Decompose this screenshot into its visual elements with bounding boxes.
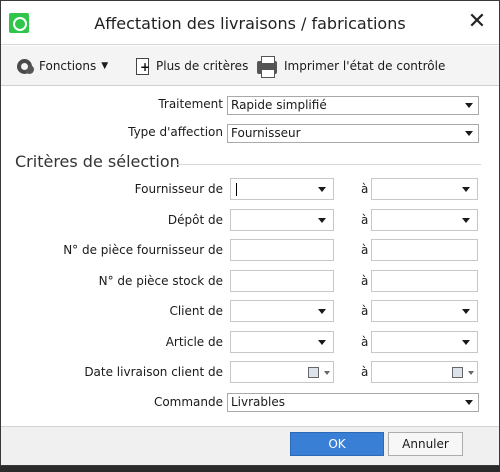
date-livraison-to-picker[interactable] (371, 361, 478, 383)
range-separator: à (361, 365, 369, 379)
title-bar: Affectation des livraisons / fabrication… (1, 1, 499, 45)
article-to-combo[interactable] (371, 331, 478, 353)
article-from-combo[interactable] (230, 331, 334, 353)
range-separator: à (361, 213, 369, 227)
date-livraison-label: Date livraison client de (84, 365, 223, 379)
section-title: Critères de sélection (15, 152, 180, 171)
traitement-label: Traitement (158, 97, 223, 111)
chevron-down-icon (462, 309, 470, 314)
chevron-down-icon (465, 400, 473, 405)
depot-to-combo[interactable] (371, 209, 478, 231)
commande-value: Livrables (231, 395, 285, 409)
gear-icon (17, 58, 34, 74)
toolbar: Fonctions ▼ Plus de critères Imprimer l'… (1, 46, 499, 86)
piece-fournisseur-to-input[interactable] (371, 239, 478, 261)
date-livraison-from-picker[interactable] (230, 361, 334, 383)
piece-fournisseur-label: N° de pièce fournisseur de (63, 243, 223, 257)
calendar-icon[interactable] (452, 367, 463, 378)
commande-select[interactable]: Livrables (227, 393, 479, 412)
chevron-down-icon (462, 218, 470, 223)
chevron-down-icon (468, 371, 474, 375)
type-affection-select[interactable]: Fournisseur (227, 124, 479, 143)
chevron-down-icon (465, 131, 473, 136)
chevron-down-icon (318, 218, 326, 223)
type-affection-label: Type d'affection (128, 125, 223, 139)
range-separator: à (361, 335, 369, 349)
close-button[interactable]: ✕ (465, 10, 489, 34)
fonctions-menu-button[interactable]: Fonctions ▼ (15, 56, 108, 76)
client-label: Client de (169, 304, 223, 318)
range-separator: à (361, 304, 369, 318)
calendar-icon[interactable] (308, 367, 319, 378)
fournisseur-from-combo[interactable] (230, 178, 334, 200)
commande-label: Commande (153, 395, 223, 409)
piece-stock-from-input[interactable] (230, 270, 334, 292)
range-separator: à (361, 274, 369, 288)
plus-criteres-label: Plus de critères (156, 59, 249, 73)
chevron-down-icon (318, 187, 326, 192)
piece-stock-label: N° de pièce stock de (98, 274, 223, 288)
depot-from-combo[interactable] (230, 209, 334, 231)
chevron-down-icon (318, 340, 326, 345)
range-separator: à (361, 243, 369, 257)
chevron-down-icon (462, 340, 470, 345)
traitement-select[interactable]: Rapide simplifié (227, 96, 479, 115)
piece-fournisseur-from-input[interactable] (230, 239, 334, 261)
window-title: Affectation des livraisons / fabrication… (94, 14, 406, 33)
chevron-down-icon (318, 309, 326, 314)
chevron-down-icon (465, 103, 473, 108)
client-to-combo[interactable] (371, 300, 478, 322)
printer-icon (257, 56, 277, 78)
dialog-window: Affectation des livraisons / fabrication… (0, 0, 500, 466)
fonctions-label: Fonctions (39, 59, 97, 73)
type-affection-value: Fournisseur (231, 126, 301, 140)
ok-button[interactable]: OK (290, 432, 384, 456)
piece-stock-to-input[interactable] (371, 270, 478, 292)
chevron-down-icon (462, 187, 470, 192)
text-cursor (236, 183, 237, 196)
plus-criteres-button[interactable]: Plus de critères (136, 56, 248, 76)
traitement-value: Rapide simplifié (231, 98, 327, 112)
client-from-combo[interactable] (230, 300, 334, 322)
depot-label: Dépôt de (167, 213, 223, 227)
dialog-footer: OK Annuler (1, 426, 499, 465)
chevron-down-icon (324, 371, 330, 375)
range-separator: à (361, 182, 369, 196)
cancel-button[interactable]: Annuler (388, 432, 463, 456)
section-divider (177, 164, 481, 165)
chevron-down-icon: ▼ (101, 61, 109, 71)
imprimer-label: Imprimer l'état de contrôle (284, 59, 446, 73)
fournisseur-to-combo[interactable] (371, 178, 478, 200)
article-label: Article de (165, 335, 223, 349)
fournisseur-label: Fournisseur de (134, 182, 223, 196)
add-document-icon (136, 57, 150, 75)
imprimer-button[interactable]: Imprimer l'état de contrôle (257, 56, 446, 78)
